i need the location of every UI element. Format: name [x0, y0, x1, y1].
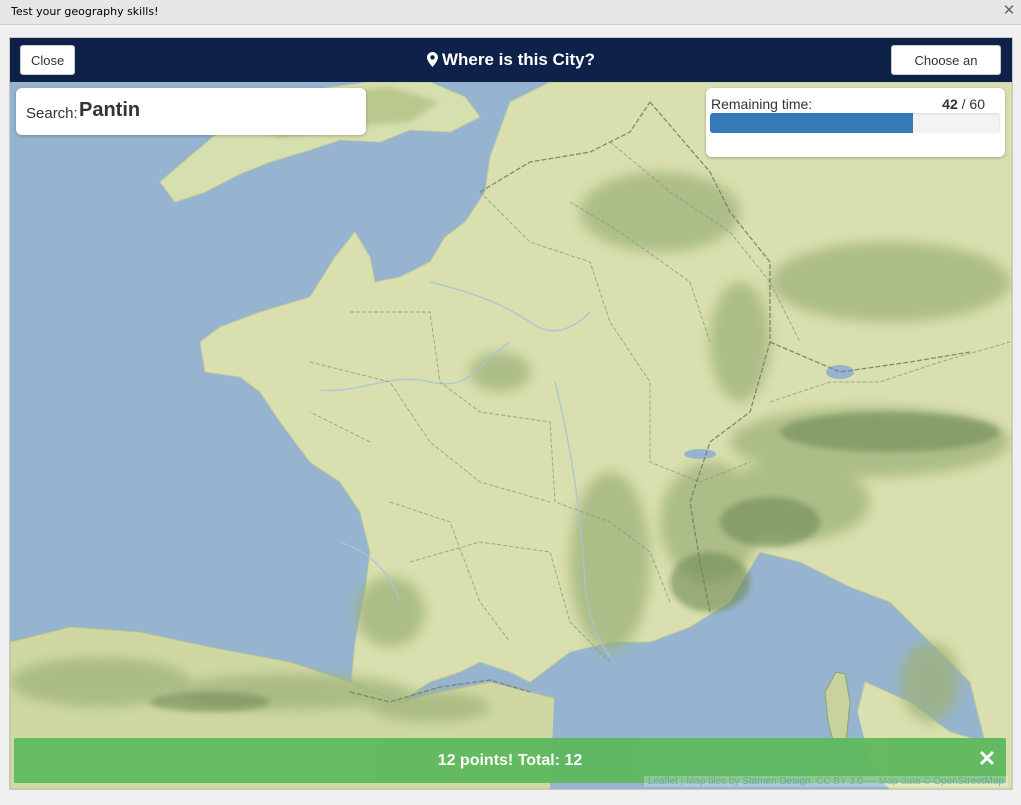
- stamen-link[interactable]: Stamen Design: [742, 776, 810, 787]
- map-marker-icon: [426, 52, 438, 67]
- map-canvas[interactable]: Search: Pantin Remaining time: 42 / 60 1…: [10, 82, 1012, 789]
- page-title: Where is this City?: [10, 38, 1012, 82]
- map-tiles: [10, 82, 1012, 789]
- osm-link[interactable]: OpenStreetMap: [933, 776, 1004, 787]
- search-label: Search:: [26, 105, 78, 122]
- search-box: Search: Pantin: [16, 88, 366, 135]
- timer-progress-fill: [710, 113, 913, 133]
- close-icon[interactable]: ✕: [976, 746, 998, 772]
- header-bar: Where is this City? Close Choose an area: [10, 38, 1012, 98]
- search-city: Pantin: [79, 99, 141, 121]
- close-icon[interactable]: ✕: [1001, 2, 1017, 20]
- attrib-cc: , CC BY 3.0: [810, 776, 864, 787]
- attrib-data: — Map data ©: [863, 776, 934, 787]
- timer-remaining: 42: [942, 96, 958, 112]
- timer-progress: [710, 113, 1000, 133]
- title-text: Where is this City?: [441, 50, 596, 69]
- map-attribution: Leaflet | Map tiles by Stamen Design, CC…: [643, 776, 1008, 787]
- attrib-sep: | Map tiles by: [677, 776, 743, 787]
- choose-area-button[interactable]: Choose an area: [891, 45, 1001, 98]
- timer-box: Remaining time: 42 / 60: [706, 88, 1005, 157]
- window-title: Test your geography skills!: [11, 5, 159, 18]
- timer-total: 60: [969, 96, 985, 112]
- window-titlebar: Test your geography skills! ✕: [0, 0, 1021, 25]
- timer-count: 42 / 60: [942, 96, 985, 112]
- leaflet-link[interactable]: Leaflet: [648, 776, 678, 787]
- timer-separator: /: [961, 96, 966, 112]
- game-frame: Where is this City? Close Choose an area: [9, 37, 1013, 790]
- close-button[interactable]: Close: [20, 45, 75, 75]
- timer-label: Remaining time:: [711, 96, 813, 112]
